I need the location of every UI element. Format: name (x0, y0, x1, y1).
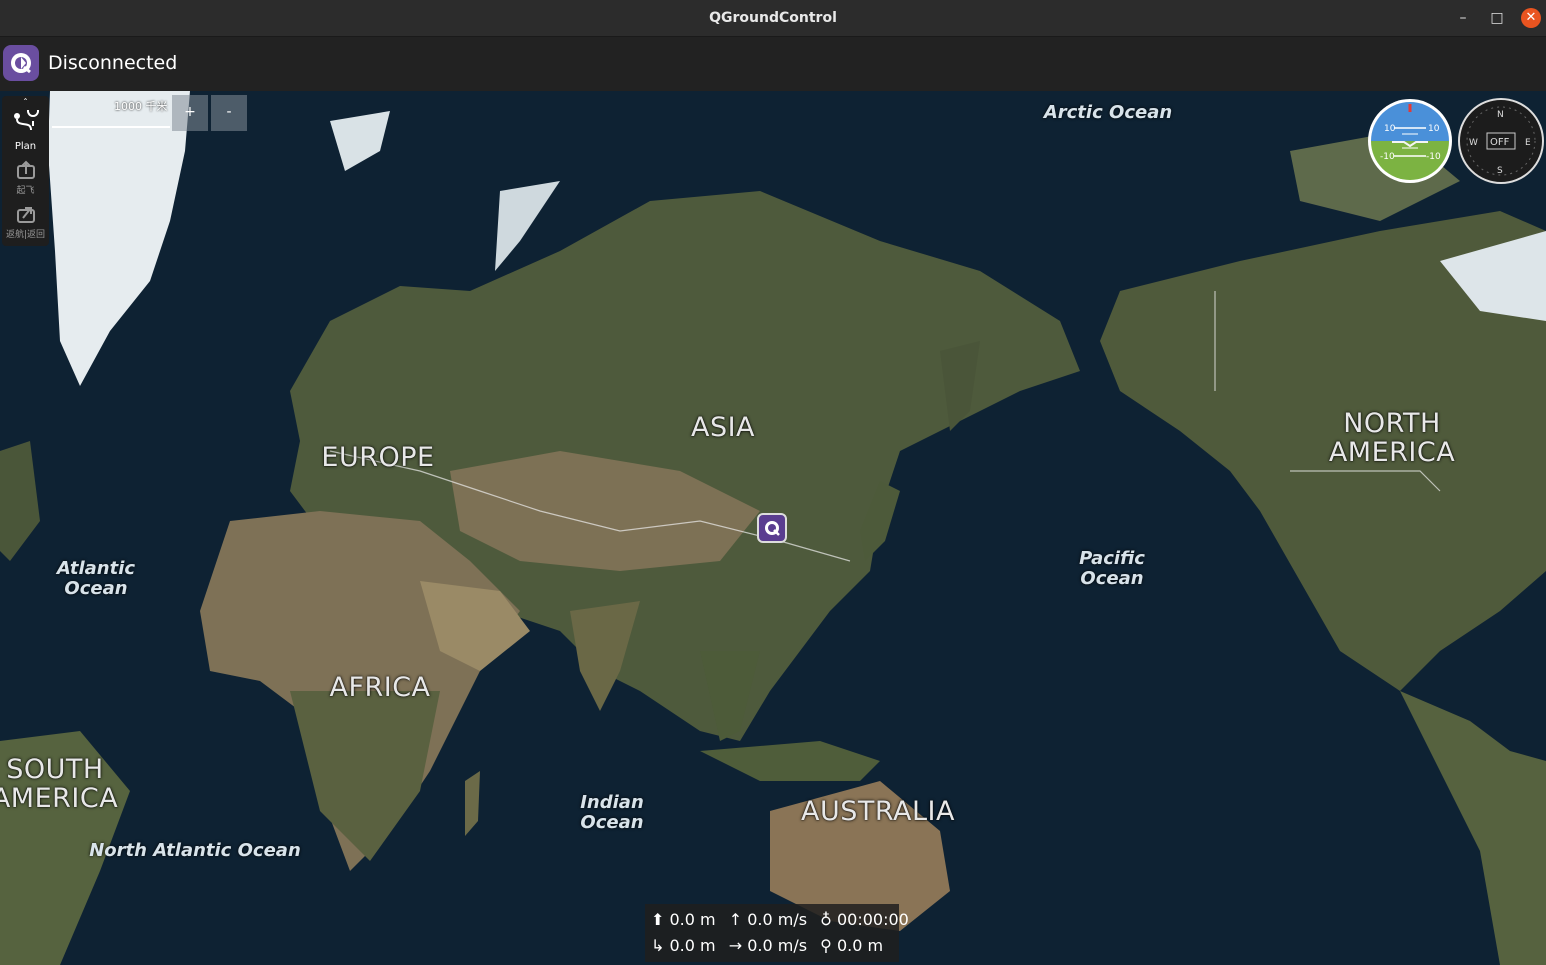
plan-label: Plan (14, 141, 37, 152)
arctic-ocean-label: Arctic Ocean (1043, 102, 1173, 123)
vertical-speed-value: ↑ 0.0 m/s (728, 910, 808, 929)
window-titlebar: QGroundControl – □ ✕ (0, 0, 1546, 37)
plan-route-icon (13, 105, 39, 131)
qgc-logo-glyph (11, 53, 31, 74)
map-scale-text: 1000 千米 (114, 100, 168, 113)
return-label: 返航|返回 (5, 230, 46, 240)
instrument-panel: 10 10 -10 -10 N S E W OFF (1368, 98, 1544, 184)
takeoff-icon (16, 160, 35, 179)
distance-pilot-icon: ⚲ (820, 936, 832, 955)
return-button[interactable]: 返航|返回 (2, 204, 49, 240)
zoom-out-button[interactable]: - (211, 95, 247, 131)
vehicle-marker-icon[interactable] (757, 513, 787, 543)
atlantic-ocean-label: Atlantic Ocean (56, 558, 136, 599)
horizontal-speed-icon: → (728, 936, 743, 955)
compass-north-text: N (1497, 110, 1504, 120)
maximize-button[interactable]: □ (1487, 8, 1507, 28)
attitude-indicator: 10 10 -10 -10 (1368, 99, 1452, 183)
europe-label: EUROPE (321, 442, 435, 473)
toolstrip-collapse-icon[interactable]: ˆ (2, 98, 49, 109)
main-toolbar: Disconnected (0, 37, 1546, 91)
compass-east-text: E (1525, 138, 1531, 148)
connection-status[interactable]: Disconnected (48, 52, 177, 74)
compass-west-text: W (1469, 138, 1478, 148)
return-icon (16, 207, 35, 223)
vehicle-logo-glyph (765, 521, 780, 536)
distance-home-icon: ↳ (651, 936, 665, 955)
qgc-logo-icon[interactable] (3, 45, 39, 81)
altitude-up-icon: ⬆ (651, 910, 665, 929)
telemetry-row-2: ↳ 0.0 m → 0.0 m/s ⚲ 0.0 m (651, 934, 891, 958)
vertical-speed-icon: ↑ (728, 910, 743, 929)
distance-home-value: ↳ 0.0 m (651, 936, 716, 955)
map-scale: 1000 千米 (52, 96, 170, 128)
takeoff-button[interactable]: 起飞 (2, 160, 49, 196)
pacific-ocean-label: Pacific Ocean (1079, 548, 1145, 589)
takeoff-label: 起飞 (16, 186, 35, 196)
south-america-label: SOUTH AMERICA (0, 754, 119, 814)
zoom-in-button[interactable]: + (172, 95, 208, 131)
plan-button[interactable]: Plan (2, 105, 49, 152)
distance-pilot-value: ⚲ 0.0 m (820, 936, 884, 955)
flight-instruments: 10 10 -10 -10 N S E W OFF (1368, 98, 1546, 190)
pitch-lower-right-text: -10 (1426, 152, 1441, 162)
telemetry-row-1: ⬆ 0.0 m ↑ 0.0 m/s ♁ 00:00:00 (651, 908, 917, 932)
flight-time-value: ♁ 00:00:00 (820, 910, 909, 929)
africa-label: AFRICA (329, 672, 431, 703)
compass-indicator: N S E W OFF (1458, 98, 1544, 184)
pitch-upper-left-text: 10 (1384, 124, 1396, 134)
indian-ocean-label: Indian Ocean (580, 792, 644, 833)
tool-strip: ˆ Plan 起飞 返航|返回 (2, 96, 49, 246)
window-title: QGroundControl (709, 10, 837, 26)
north-america-label: NORTH AMERICA (1328, 408, 1456, 468)
close-button[interactable]: ✕ (1521, 8, 1541, 28)
minimize-button[interactable]: – (1453, 8, 1473, 28)
altitude-value: ⬆ 0.0 m (651, 910, 716, 929)
compass-heading-text: OFF (1490, 137, 1510, 148)
telemetry-panel: ⬆ 0.0 m ↑ 0.0 m/s ♁ 00:00:00 ↳ 0.0 m → 0… (645, 904, 909, 962)
compass-south-text: S (1497, 166, 1503, 176)
australia-label: AUSTRALIA (801, 796, 955, 827)
flight-time-icon: ♁ (820, 910, 832, 929)
north-atlantic-ocean-label: North Atlantic Ocean (89, 840, 301, 861)
pitch-upper-right-text: 10 (1428, 124, 1440, 134)
pitch-lower-left-text: -10 (1380, 152, 1395, 162)
horizontal-speed-value: → 0.0 m/s (728, 936, 808, 955)
asia-label: ASIA (690, 412, 756, 443)
map-scale-bar (52, 126, 170, 128)
